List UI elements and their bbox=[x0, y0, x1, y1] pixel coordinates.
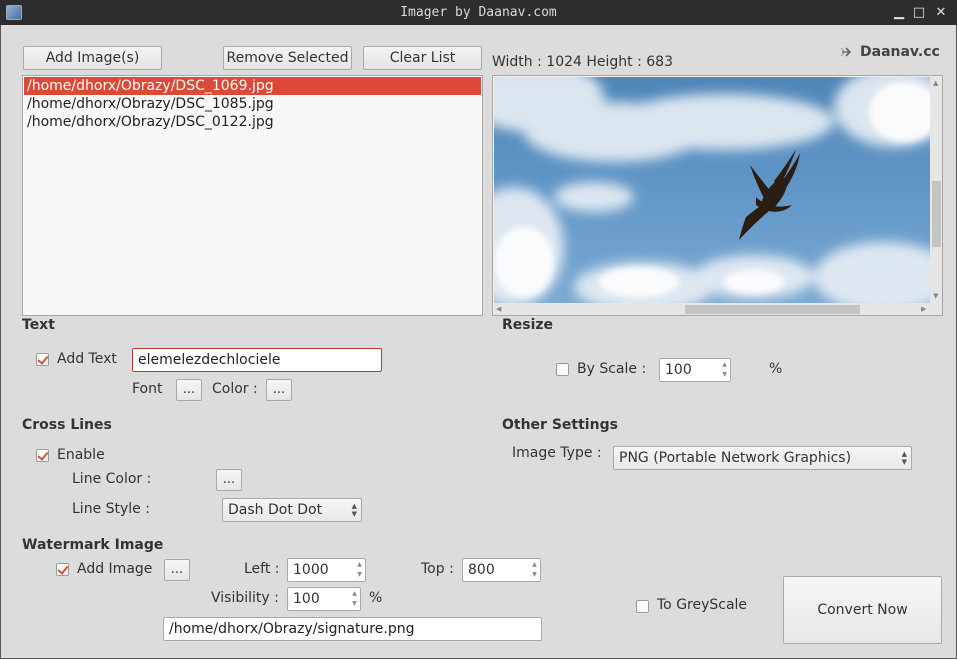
file-list-item[interactable]: /home/dhorx/Obrazy/DSC_1069.jpg bbox=[24, 77, 481, 95]
scale-value: 100 bbox=[665, 362, 692, 378]
image-type-select[interactable]: PNG (Portable Network Graphics) ▲ ▼ bbox=[613, 446, 912, 470]
spin-down-icon[interactable]: ▼ bbox=[350, 600, 359, 608]
watermark-left-spinbox[interactable]: 1000 ▲ ▼ bbox=[287, 558, 366, 582]
scroll-up-icon[interactable]: ▲ bbox=[933, 79, 938, 87]
font-label: Font bbox=[132, 381, 163, 397]
spin-up-icon[interactable]: ▲ bbox=[350, 590, 359, 598]
add-text-checkbox[interactable] bbox=[36, 353, 49, 366]
window-title: Imager by Daanav.com bbox=[400, 5, 557, 20]
file-list-item[interactable]: /home/dhorx/Obrazy/DSC_0122.jpg bbox=[24, 113, 481, 131]
visibility-spinbox[interactable]: 100 ▲ ▼ bbox=[287, 587, 361, 611]
cross-lines-enable-label: Enable bbox=[57, 447, 105, 463]
watermark-add-image-label: Add Image bbox=[77, 561, 153, 577]
preview-horizontal-scroll-thumb[interactable] bbox=[685, 305, 860, 314]
brand-label: Daanav.cc bbox=[860, 44, 940, 60]
scroll-left-icon[interactable]: ◀ bbox=[496, 305, 501, 313]
spin-down-icon[interactable]: ▼ bbox=[720, 371, 729, 379]
watermark-top-value: 800 bbox=[468, 562, 495, 578]
watermark-left-label: Left : bbox=[244, 561, 280, 577]
watermark-path-input[interactable]: /home/dhorx/Obrazy/signature.png bbox=[163, 617, 542, 641]
color-label: Color : bbox=[212, 381, 258, 397]
add-images-button[interactable]: Add Image(s) bbox=[23, 46, 162, 70]
add-text-label: Add Text bbox=[57, 351, 117, 367]
spin-down-icon[interactable]: ▼ bbox=[355, 571, 364, 579]
visibility-value: 100 bbox=[293, 591, 320, 607]
line-style-value: Dash Dot Dot bbox=[228, 502, 323, 518]
spin-up-icon[interactable]: ▲ bbox=[720, 361, 729, 369]
watermark-browse-button[interactable]: ... bbox=[164, 559, 190, 581]
spin-down-icon[interactable]: ▼ bbox=[530, 571, 539, 579]
preview-vertical-scroll-thumb[interactable] bbox=[932, 181, 941, 247]
file-list-item[interactable]: /home/dhorx/Obrazy/DSC_1085.jpg bbox=[24, 95, 481, 113]
minimize-icon[interactable]: ▁ bbox=[888, 0, 910, 25]
line-color-button[interactable]: ... bbox=[216, 469, 242, 491]
line-style-select[interactable]: Dash Dot Dot ▲ ▼ bbox=[222, 498, 362, 522]
watermark-top-spinbox[interactable]: 800 ▲ ▼ bbox=[462, 558, 541, 582]
close-icon[interactable]: ✕ bbox=[930, 0, 952, 25]
image-type-label: Image Type : bbox=[512, 445, 602, 461]
text-section-title: Text bbox=[22, 317, 55, 333]
clear-list-button[interactable]: Clear List bbox=[363, 46, 482, 70]
watermark-text-input[interactable]: elemelezdechlociele bbox=[132, 348, 382, 372]
preview-photo bbox=[494, 77, 930, 303]
watermark-left-value: 1000 bbox=[293, 562, 329, 578]
visibility-unit-label: % bbox=[369, 590, 383, 606]
watermark-top-label: Top : bbox=[421, 561, 454, 577]
convert-now-button[interactable]: Convert Now bbox=[783, 576, 942, 644]
scale-spinbox[interactable]: 100 ▲ ▼ bbox=[659, 358, 731, 382]
spin-up-icon[interactable]: ▲ bbox=[530, 561, 539, 569]
select-arrows-icon: ▲ ▼ bbox=[901, 450, 907, 466]
scroll-down-icon[interactable]: ▼ bbox=[933, 292, 938, 300]
line-style-label: Line Style : bbox=[72, 501, 150, 517]
cross-lines-enable-checkbox[interactable] bbox=[36, 449, 49, 462]
greyscale-checkbox[interactable] bbox=[636, 600, 649, 613]
file-list[interactable]: /home/dhorx/Obrazy/DSC_1069.jpg /home/dh… bbox=[22, 75, 483, 316]
maximize-icon[interactable]: □ bbox=[908, 0, 930, 25]
spin-up-icon[interactable]: ▲ bbox=[355, 561, 364, 569]
remove-selected-button[interactable]: Remove Selected bbox=[223, 46, 352, 70]
other-settings-section-title: Other Settings bbox=[502, 417, 618, 433]
select-arrows-icon: ▲ ▼ bbox=[351, 502, 357, 518]
scroll-right-icon[interactable]: ▶ bbox=[921, 305, 926, 313]
font-picker-button[interactable]: ... bbox=[176, 379, 202, 401]
image-preview: ▲ ▼ ◀ ▶ bbox=[492, 75, 943, 316]
image-dimensions: Width : 1024 Height : 683 bbox=[492, 54, 673, 70]
image-type-value: PNG (Portable Network Graphics) bbox=[619, 450, 852, 466]
by-scale-label: By Scale : bbox=[577, 361, 647, 377]
color-picker-button[interactable]: ... bbox=[266, 379, 292, 401]
watermark-add-image-checkbox[interactable] bbox=[56, 563, 69, 576]
cross-lines-section-title: Cross Lines bbox=[22, 417, 112, 433]
resize-section-title: Resize bbox=[502, 317, 554, 333]
visibility-label: Visibility : bbox=[211, 590, 279, 606]
watermark-section-title: Watermark Image bbox=[22, 537, 164, 553]
line-color-label: Line Color : bbox=[72, 471, 152, 487]
greyscale-label: To GreyScale bbox=[657, 597, 748, 613]
by-scale-checkbox[interactable] bbox=[556, 363, 569, 376]
scale-unit-label: % bbox=[769, 361, 783, 377]
arrow-right-icon bbox=[839, 44, 855, 60]
